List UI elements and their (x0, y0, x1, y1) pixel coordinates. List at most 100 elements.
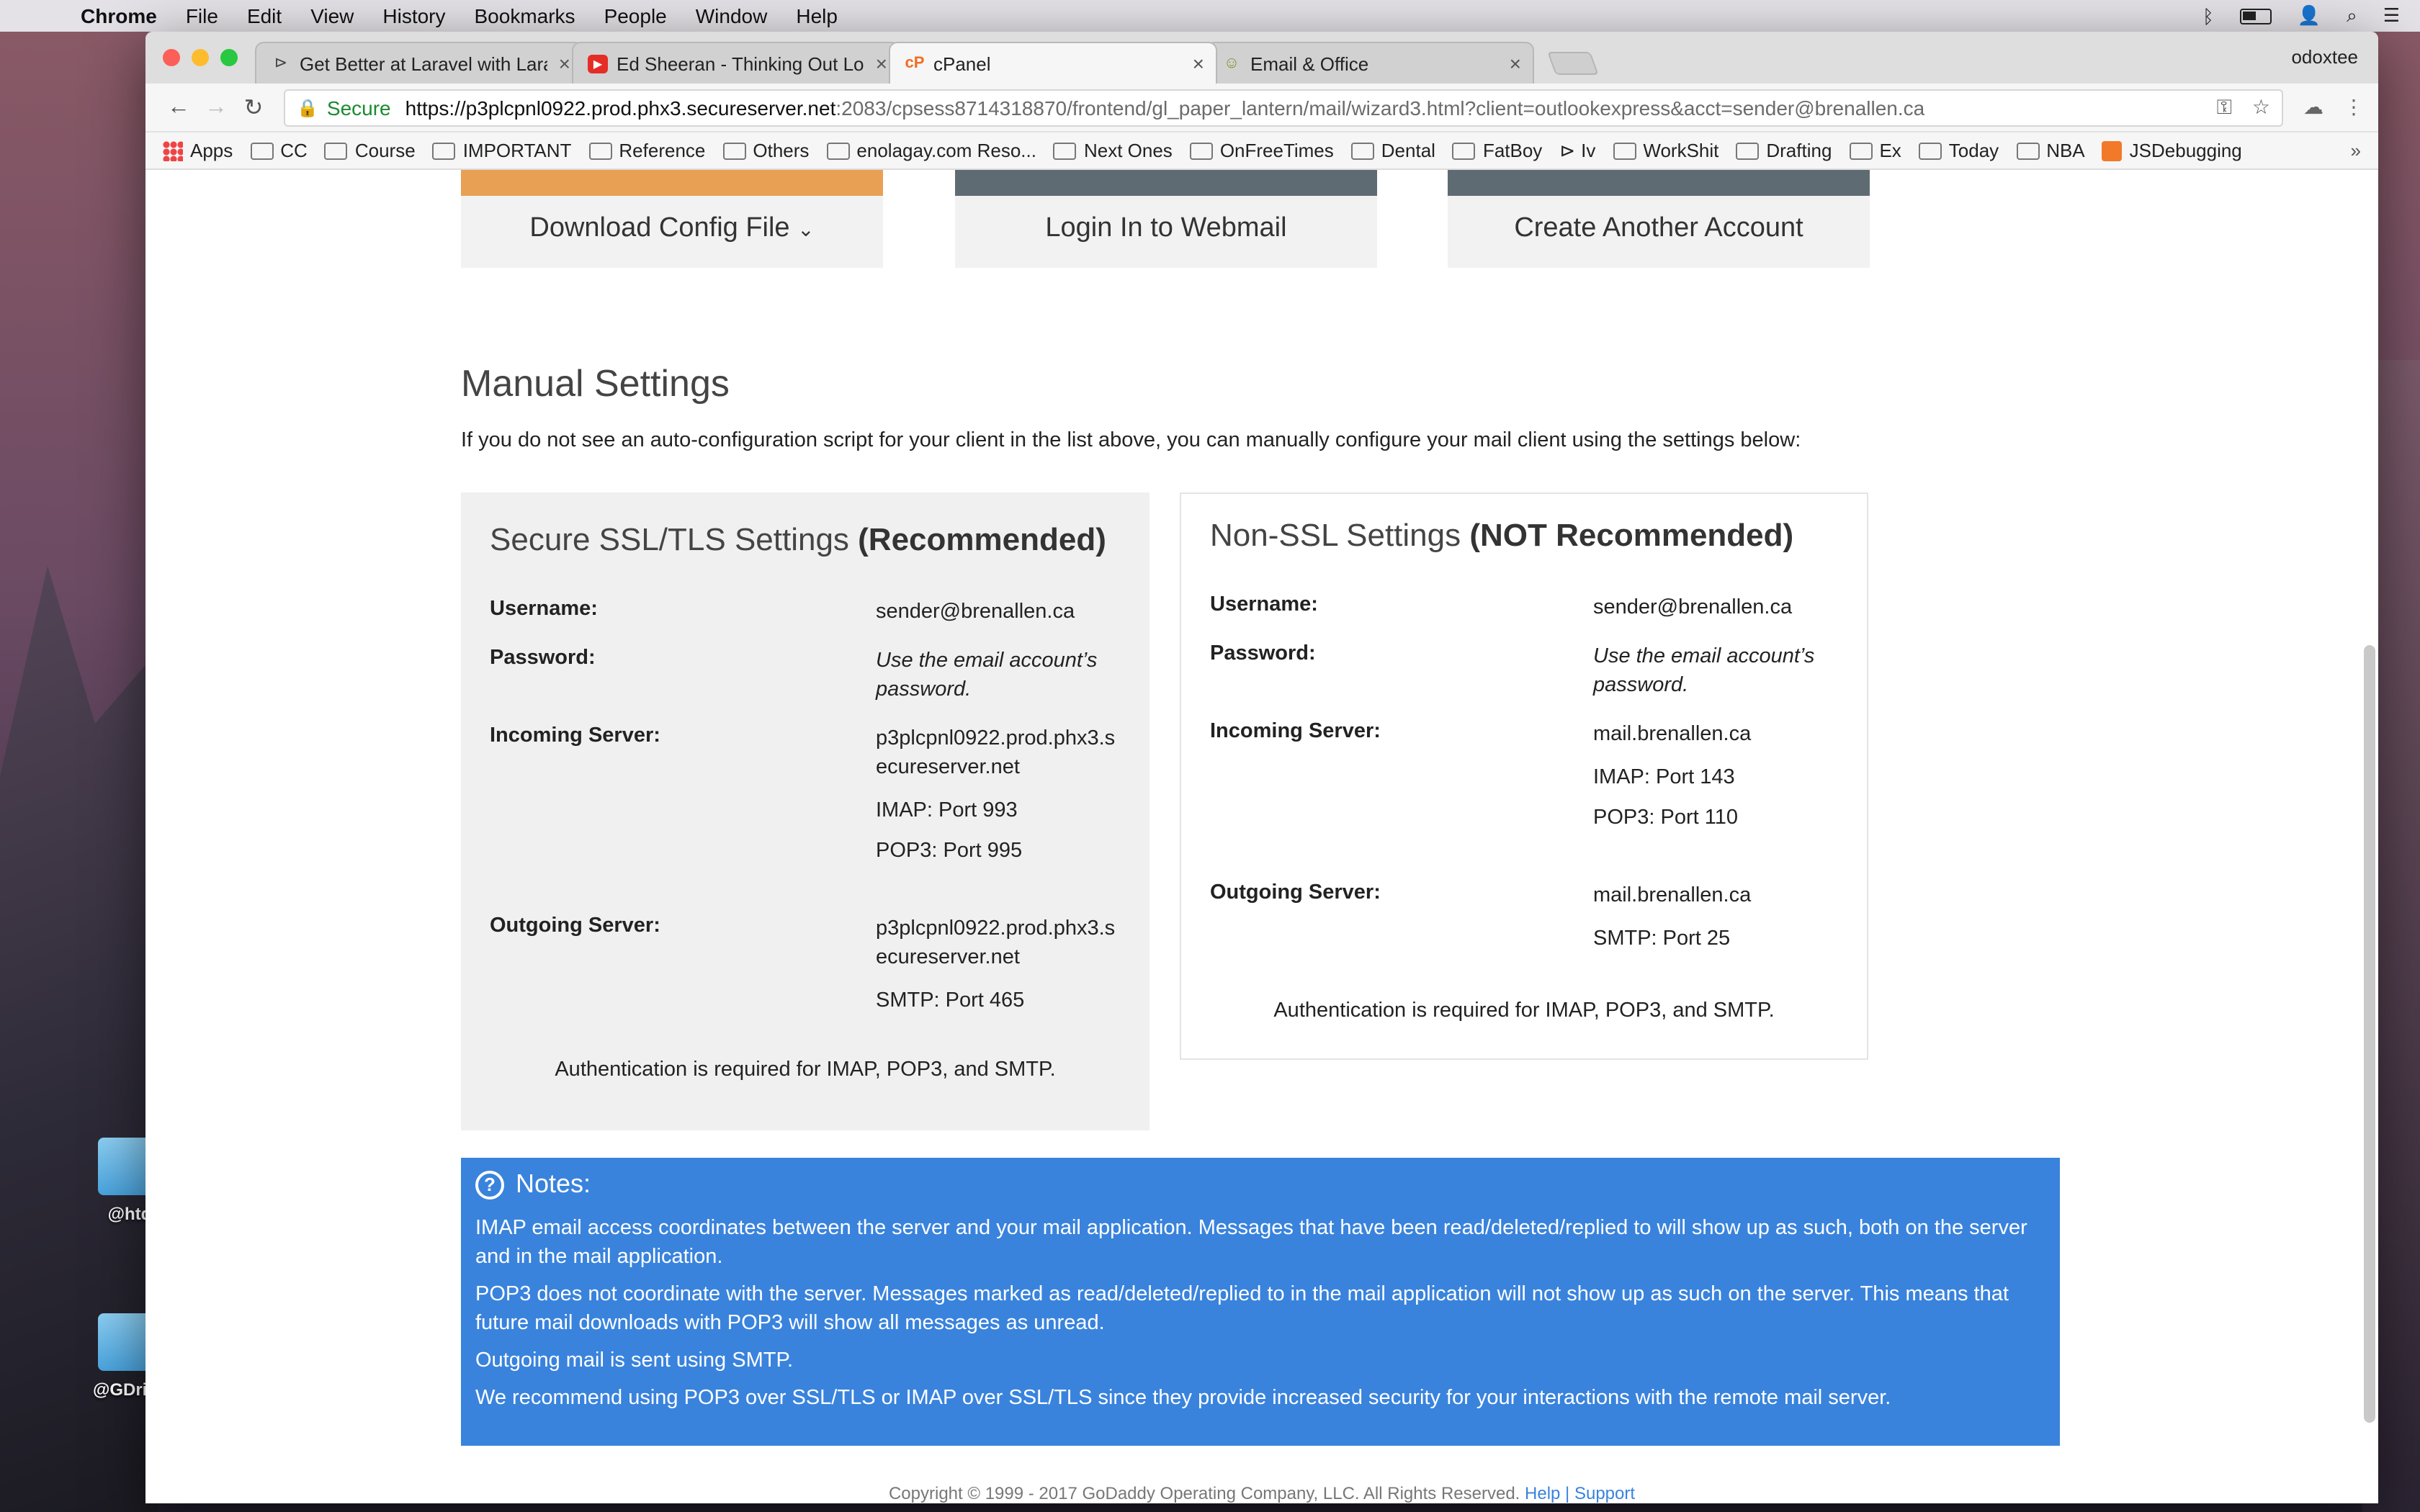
forward-icon[interactable]: → (197, 94, 235, 120)
address-bar[interactable]: 🔒 Secure https://p3plcpnl0922.prod.phx3.… (284, 89, 2283, 126)
bookmark-link[interactable]: JSDebugging (2102, 140, 2242, 161)
spotlight-search-icon[interactable]: ⌕ (2347, 4, 2357, 27)
close-tab-icon[interactable]: × (1193, 52, 1204, 75)
folder-icon (1918, 142, 1942, 159)
lock-icon[interactable]: 🔒 (297, 97, 318, 117)
bookmark-folder[interactable]: NBA (2016, 140, 2085, 161)
bookmark-folder[interactable]: CC (250, 140, 308, 161)
bookmark-folder[interactable]: IMPORTANT (432, 140, 571, 161)
bookmark-folder[interactable]: enolagay.com Reso... (826, 140, 1036, 161)
secure-label[interactable]: Secure (327, 96, 391, 119)
bookmark-link[interactable]: ⊳ Iv (1559, 139, 1595, 162)
key-icon[interactable]: ⚿ (2217, 95, 2232, 120)
tab-email-office[interactable]: ☺ Email & Office × (1206, 42, 1534, 84)
bookmark-label: Next Ones (1083, 140, 1173, 161)
tab-strip: ⊳ Get Better at Laravel with Lara × ▶ Ed… (145, 32, 2378, 84)
notification-center-icon[interactable]: ☰ (2383, 4, 2400, 27)
new-tab-button[interactable] (1547, 52, 1599, 75)
tab-title: Email & Office (1250, 53, 1369, 74)
bookmark-folder[interactable]: FatBoy (1452, 140, 1543, 161)
password-value: Use the email account’s password. (1593, 645, 1815, 697)
non-ssl-settings-panel: Non-SSL Settings (NOT Recommended) Usern… (1180, 492, 1868, 1060)
bookmark-star-icon[interactable]: ☆ (2252, 95, 2270, 120)
zoom-window-button[interactable] (220, 49, 238, 66)
window-controls (163, 49, 238, 66)
create-another-account-button[interactable]: Create Another Account (1448, 170, 1870, 268)
folder-icon (2016, 142, 2040, 159)
menu-app-name[interactable]: Chrome (66, 0, 171, 32)
bookmark-folder[interactable]: Course (324, 140, 416, 161)
bookmark-label: enolagay.com Reso... (856, 140, 1036, 161)
menu-view[interactable]: View (296, 0, 368, 32)
question-circle-icon: ? (475, 1170, 504, 1199)
cloud-extension-icon[interactable]: ☁ (2303, 95, 2323, 120)
page-content: Download Config File ⌄ Login In to Webma… (145, 170, 2378, 1503)
bookmark-folder[interactable]: Today (1918, 140, 1999, 161)
url-path: :2083/cpsess8714318870/frontend/gl_paper… (835, 96, 1925, 119)
login-webmail-button[interactable]: Login In to Webmail (955, 170, 1377, 268)
tab-youtube[interactable]: ▶ Ed Sheeran - Thinking Out Lou × (572, 42, 900, 84)
tab-cpanel[interactable]: cP cPanel × (889, 42, 1217, 84)
toolbar-extensions: ☁ ⋮ (2295, 95, 2364, 120)
bookmarks-bar: Apps CC Course IMPORTANT Reference Other… (145, 132, 2378, 170)
download-config-label: Download Config File ⌄ (461, 196, 883, 262)
incoming-server-value: p3plcpnl0922.prod.phx3.secureserver.net (876, 727, 1116, 779)
laravel-icon: ⊳ (274, 55, 288, 72)
apps-grid-icon (163, 140, 183, 161)
outgoing-server-value: p3plcpnl0922.prod.phx3.secureserver.net (876, 917, 1116, 969)
menu-edit[interactable]: Edit (233, 0, 296, 32)
authentication-note: Authentication is required for IMAP, POP… (555, 1058, 1056, 1081)
tab-title: Get Better at Laravel with Lara (300, 53, 547, 74)
bookmark-label: Course (354, 140, 416, 161)
page-scrollbar[interactable] (2364, 645, 2375, 1423)
menu-bookmarks[interactable]: Bookmarks (460, 0, 590, 32)
non-ssl-title-bold: (NOT Recommended) (1469, 517, 1794, 553)
folder-icon (1053, 142, 1077, 159)
bookmark-apps[interactable]: Apps (163, 140, 233, 161)
bookmark-folder[interactable]: WorkShit (1613, 140, 1718, 161)
close-tab-icon[interactable]: × (559, 52, 570, 75)
youtube-icon: ▶ (588, 55, 608, 73)
help-support-links[interactable]: Help | Support (1525, 1483, 1635, 1503)
bookmark-label: Others (753, 140, 810, 161)
ssl-title-bold: (Recommended) (858, 521, 1106, 557)
tab-laravel[interactable]: ⊳ Get Better at Laravel with Lara × (255, 42, 583, 84)
profile-name[interactable]: odoxtee (2291, 46, 2358, 68)
bookmark-label: FatBoy (1482, 140, 1543, 161)
bookmark-folder[interactable]: OnFreeTimes (1189, 140, 1334, 161)
bookmarks-overflow-icon[interactable]: » (2351, 140, 2378, 161)
button-accent-bar (955, 170, 1377, 196)
note-smtp: Outgoing mail is sent using SMTP. (475, 1349, 794, 1372)
close-window-button[interactable] (163, 49, 180, 66)
chevron-down-icon: ⌄ (797, 217, 815, 240)
menu-help[interactable]: Help (781, 0, 852, 32)
manual-settings-intro: If you do not see an auto-configuration … (461, 429, 1801, 452)
minimize-window-button[interactable] (192, 49, 209, 66)
imap-port: IMAP: Port 993 (876, 799, 1018, 822)
reload-icon[interactable]: ↻ (235, 93, 272, 122)
bookmark-folder[interactable]: Drafting (1736, 140, 1832, 161)
download-config-button[interactable]: Download Config File ⌄ (461, 170, 883, 268)
close-tab-icon[interactable]: × (876, 52, 887, 75)
non-ssl-panel-title: Non-SSL Settings (NOT Recommended) (1210, 517, 1793, 554)
menu-file[interactable]: File (171, 0, 233, 32)
back-icon[interactable]: ← (160, 94, 197, 120)
bookmark-folder[interactable]: Reference (588, 140, 705, 161)
user-icon[interactable]: 👤 (2298, 4, 2321, 27)
bluetooth-icon[interactable]: ᛒ (2202, 5, 2214, 27)
menu-history[interactable]: History (368, 0, 460, 32)
bookmark-folder[interactable]: Others (722, 140, 809, 161)
close-tab-icon[interactable]: × (1510, 52, 1521, 75)
bookmark-folder[interactable]: Dental (1350, 140, 1435, 161)
folder-icon (722, 142, 746, 159)
menubar-status-area: ᛒ 👤 ⌕ ☰ (2202, 4, 2420, 27)
menu-window[interactable]: Window (681, 0, 782, 32)
bookmark-folder[interactable]: Ex (1849, 140, 1901, 161)
folder-icon (1452, 142, 1476, 159)
bookmark-folder[interactable]: Next Ones (1053, 140, 1173, 161)
battery-icon[interactable] (2239, 8, 2272, 24)
bookmark-label: Today (1948, 140, 1999, 161)
chrome-menu-icon[interactable]: ⋮ (2344, 95, 2364, 120)
menu-people[interactable]: People (590, 0, 681, 32)
imap-port: IMAP: Port 143 (1593, 766, 1735, 789)
